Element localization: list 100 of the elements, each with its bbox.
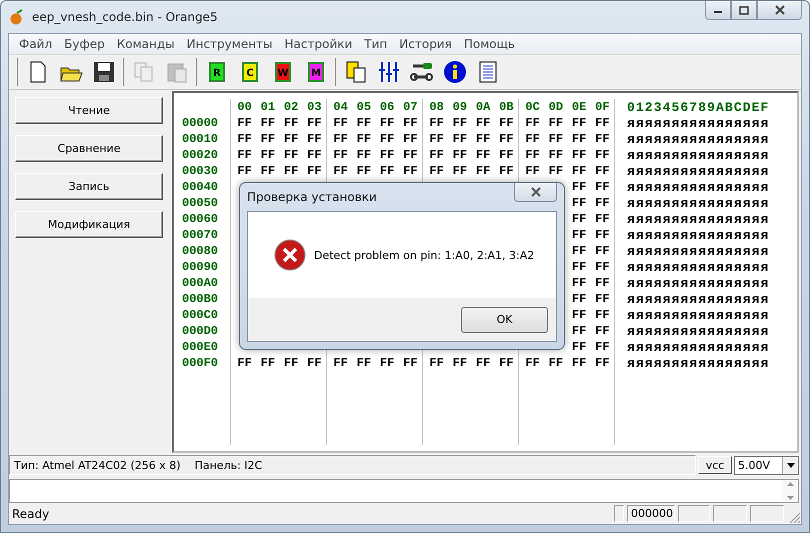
close-button[interactable]	[757, 1, 802, 20]
byte-cell-text: FF	[594, 324, 611, 338]
byte-cell-text: FF	[306, 164, 323, 178]
row-address: 00050	[181, 196, 220, 210]
tools-icon	[410, 60, 434, 84]
menu-item[interactable]: Настройки	[278, 37, 358, 51]
side-button[interactable]: Запись	[15, 173, 163, 200]
chip-type-text: Тип: Atmel AT24C02 (256 x 8)	[14, 458, 181, 472]
byte-cell-text: FF	[594, 292, 611, 306]
byte-cell-text: FF	[570, 148, 588, 162]
close-icon	[774, 5, 786, 15]
byte-cell-text: FF	[570, 212, 588, 226]
column-header: 09	[452, 100, 468, 114]
menu-item[interactable]: Команды	[110, 37, 181, 51]
byte-cell-text: FF	[474, 132, 492, 146]
byte-cell-text: FF	[332, 164, 349, 178]
byte-cell-text: FF	[332, 116, 349, 130]
column-header: 0B	[498, 100, 515, 114]
voltage-dropdown[interactable]: 5.00V	[734, 456, 799, 474]
row-address: 00020	[181, 148, 220, 162]
menu-item[interactable]: Файл	[13, 37, 58, 51]
menu-item[interactable]: Помощь	[458, 37, 521, 51]
row-address: 000F0	[181, 356, 220, 370]
column-header: 0F	[594, 100, 611, 114]
scroll-down-icon	[786, 496, 794, 500]
byte-cell-text: FF	[260, 148, 276, 162]
menu-item[interactable]: Буфер	[58, 37, 111, 51]
minimize-button[interactable]	[705, 1, 731, 20]
byte-cell-text: FF	[570, 324, 588, 338]
info-icon	[443, 60, 467, 84]
byte-cell-text: FF	[548, 132, 564, 146]
byte-cell-text: FF	[378, 116, 396, 130]
ascii-text: яяяяяяяяяяяяяяяя	[627, 180, 770, 194]
byte-cell-text: FF	[594, 116, 611, 130]
byte-cell-text: FF	[548, 164, 564, 178]
byte-cell-text: FF	[524, 164, 541, 178]
byte-cell-text: FF	[452, 356, 468, 370]
side-button[interactable]: Модификация	[15, 211, 163, 238]
byte-cell-text: FF	[498, 164, 515, 178]
row-address: 000A0	[181, 276, 220, 290]
dropdown-button[interactable]	[782, 456, 798, 474]
byte-cell-text: FF	[524, 132, 541, 146]
ascii-text: яяяяяяяяяяяяяяяя	[627, 132, 770, 146]
byte-cell-text: FF	[594, 308, 611, 322]
byte-cell-text: FF	[548, 148, 564, 162]
byte-cell-text: FF	[524, 148, 541, 162]
byte-cell-text: FF	[378, 148, 396, 162]
status-panel: 000000	[627, 505, 675, 522]
sliders-icon	[377, 60, 401, 84]
error-message: Detect problem on pin: 1:A0, 2:A1, 3:A2	[314, 248, 534, 262]
byte-cell-text: FF	[594, 164, 611, 178]
ascii-text: яяяяяяяяяяяяяяяя	[627, 356, 770, 370]
byte-cell-text: FF	[594, 244, 611, 258]
close-button[interactable]	[514, 183, 557, 202]
byte-cell-text: FF	[570, 180, 588, 194]
ok-button[interactable]: OK	[461, 306, 548, 332]
byte-cell-text: FF	[402, 356, 419, 370]
byte-cell-text: FF	[260, 356, 276, 370]
byte-cell-text: FF	[428, 356, 445, 370]
byte-cell-text: FF	[378, 164, 396, 178]
byte-cell-text: FF	[570, 228, 588, 242]
row-address: 000C0	[181, 308, 220, 322]
column-header: 08	[428, 100, 445, 114]
row-address: 000B0	[181, 292, 220, 306]
menu-item[interactable]: История	[393, 37, 458, 51]
side-button[interactable]: Сравнение	[15, 135, 163, 162]
error-icon	[274, 239, 306, 271]
column-header: 06	[378, 100, 396, 114]
byte-cell-text: FF	[306, 132, 323, 146]
ascii-text: яяяяяяяяяяяяяяяя	[627, 116, 770, 130]
menu-item[interactable]: Тип	[358, 37, 394, 51]
byte-cell-text: FF	[594, 356, 611, 370]
byte-cell-text: FF	[356, 116, 372, 130]
byte-cell-text: FF	[428, 148, 445, 162]
vcc-button[interactable]: vcc	[698, 456, 732, 474]
toolbar-button[interactable]	[442, 58, 468, 86]
byte-cell-text: FF	[260, 164, 276, 178]
byte-cell-text: FF	[260, 116, 276, 130]
row-address: 00000	[181, 116, 220, 130]
column-header: 0123456789ABCDEF	[627, 100, 770, 114]
column-header: 00	[236, 100, 253, 114]
maximize-button[interactable]	[731, 1, 757, 20]
byte-cell-text: FF	[570, 292, 588, 306]
command-field[interactable]	[9, 479, 799, 503]
side-button[interactable]: Чтение	[15, 97, 163, 124]
resize-grip-icon	[787, 510, 801, 524]
ascii-text: яяяяяяяяяяяяяяяя	[627, 292, 770, 306]
byte-cell-text: FF	[570, 164, 588, 178]
byte-cell-text: FF	[236, 132, 253, 146]
byte-cell-text: FF	[594, 148, 611, 162]
byte-cell-text: FF	[306, 148, 323, 162]
byte-cell-text: FF	[524, 116, 541, 130]
restore-icon	[739, 6, 749, 14]
status-panel	[713, 505, 747, 522]
byte-cell-text: FF	[594, 276, 611, 290]
menu-item[interactable]: Инструменты	[180, 37, 279, 51]
byte-cell-text: FF	[332, 132, 349, 146]
byte-cell-text: FF	[570, 244, 588, 258]
byte-cell-text: FF	[260, 132, 276, 146]
byte-cell-text: FF	[402, 116, 419, 130]
